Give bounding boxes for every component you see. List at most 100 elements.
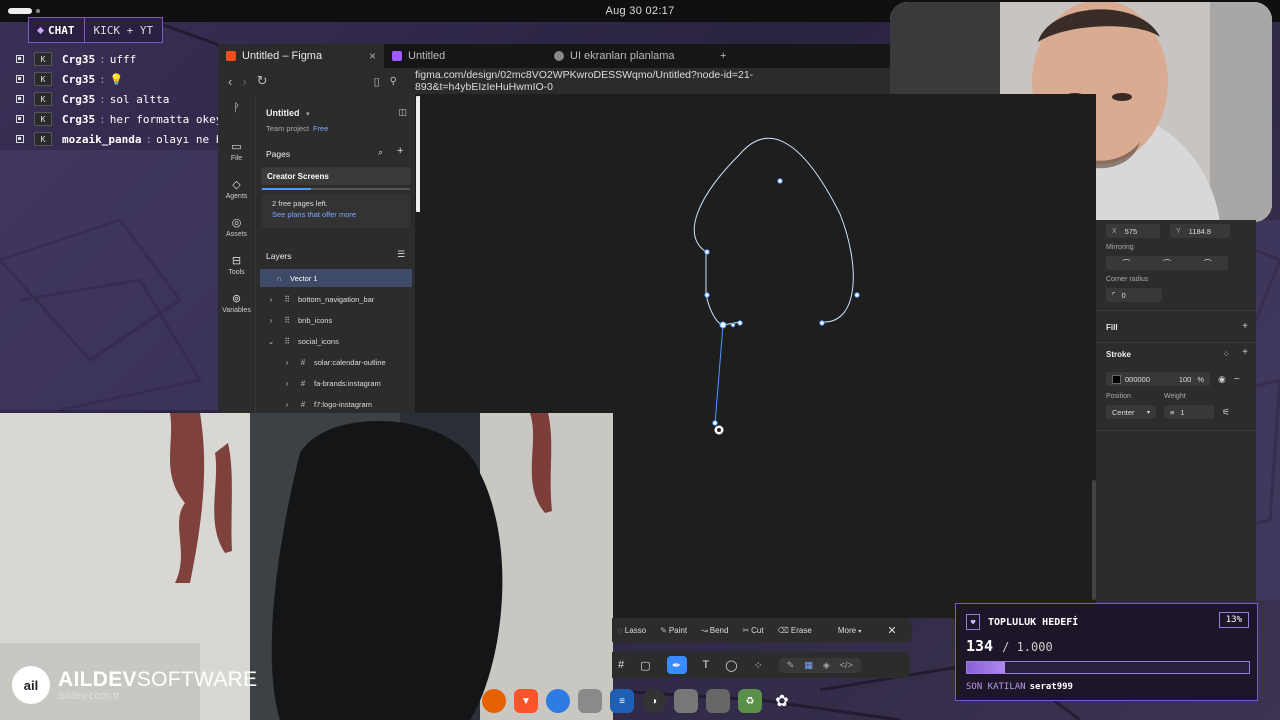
team-line: Team project Free — [266, 124, 328, 133]
layer-item[interactable]: › # fa-brands:instagram — [260, 374, 412, 392]
stroke-color-field[interactable]: 000000 100 % — [1106, 372, 1210, 386]
chat-bullet-icon — [16, 75, 24, 83]
pen-tool-icon[interactable]: ✒ — [666, 656, 687, 674]
activities-button[interactable] — [8, 8, 32, 14]
layers-list-icon[interactable]: ☰ — [397, 249, 405, 260]
opacity-unit: % — [1197, 374, 1204, 384]
rail-file[interactable]: ▭ File — [231, 140, 242, 172]
chat-header: CHAT KICK + YT — [28, 17, 164, 43]
corner-radius-field[interactable]: ⌜ 0 — [1106, 288, 1162, 302]
y-value: 1184.8 — [1188, 226, 1212, 236]
components-tool-icon[interactable]: ⁘ — [754, 659, 763, 672]
url-field[interactable]: figma.com/design/02mc8VO2WPKwroDESSWqmo/… — [415, 69, 880, 93]
file-title[interactable]: Untitled ▾ — [266, 108, 310, 118]
bend-tool[interactable]: ↝ Bend — [701, 626, 728, 635]
mirror-angle-icon[interactable]: ⌒ — [1163, 258, 1171, 269]
obs-icon[interactable]: ◑ — [642, 689, 666, 713]
layer-item[interactable]: › # f7:logo-instagram — [260, 395, 412, 413]
canvas-scrollbar[interactable] — [1092, 480, 1096, 600]
clock[interactable]: Aug 30 02:17 — [605, 5, 674, 17]
dev-mode-toggle-group: ✎ ▦ ◈ </> — [778, 657, 861, 673]
shape-tool-icon[interactable]: ▢ — [640, 659, 650, 672]
visibility-eye-icon[interactable]: ◉ — [1218, 374, 1226, 385]
position-label: Position — [1106, 393, 1131, 400]
kick-badge: K — [34, 92, 52, 106]
mirror-none-icon[interactable]: ⌒ — [1204, 258, 1212, 269]
x-field[interactable]: X 575 — [1106, 224, 1160, 238]
panel-toggle-icon[interactable]: ◫ — [398, 107, 407, 118]
dev-mode-icon[interactable]: </> — [840, 660, 853, 671]
back-icon[interactable]: ‹ — [228, 74, 232, 89]
rail-variables[interactable]: ⊚ Variables — [222, 292, 251, 324]
page-item-creator-screens[interactable]: Creator Screens — [261, 167, 411, 185]
diamond-icon — [36, 26, 45, 34]
text-editor-icon[interactable]: ≡ — [610, 689, 634, 713]
y-field[interactable]: Y 1184.8 — [1170, 224, 1230, 238]
community-goal-widget: ♥ TOPLULUK HEDEFİ 13% 134 / 1.000 SON KAT… — [955, 603, 1258, 701]
stroke-position-select[interactable]: Center ▾ — [1106, 405, 1156, 419]
design-mode-icon[interactable]: ▦ — [804, 660, 813, 671]
chevron-down-icon: ▾ — [306, 111, 310, 118]
frame-icon: ⠿ — [284, 315, 290, 325]
paint-tool[interactable]: ✎ Paint — [660, 626, 687, 635]
forward-icon[interactable]: › — [242, 74, 246, 89]
lasso-tool[interactable]: ◌ Lasso — [618, 626, 646, 635]
file-title-text: Untitled — [266, 108, 300, 118]
close-vector-edit-icon[interactable]: ✕ — [887, 624, 896, 637]
prototype-mode-icon[interactable]: ◈ — [823, 660, 830, 671]
layer-item[interactable]: ⌄ ⠿ social_icons — [260, 332, 412, 350]
corner-value: 0 — [1121, 290, 1126, 300]
search-icon[interactable]: ⌕ — [378, 147, 383, 158]
firefox-icon[interactable] — [482, 689, 506, 713]
more-tools-button[interactable]: More ▾ — [838, 626, 861, 635]
stroke-weight-field[interactable]: ≡ 1 — [1164, 405, 1214, 419]
plus-icon: + — [720, 50, 727, 62]
site-settings-icon[interactable]: ⚲ — [390, 76, 397, 87]
tab-figma[interactable]: Untitled – Figma × — [218, 44, 384, 68]
usb-drive-icon[interactable] — [706, 689, 730, 713]
mirror-angle-length-icon[interactable]: ⌒ — [1122, 258, 1130, 269]
draw-mode-icon[interactable]: ✎ — [787, 660, 795, 671]
add-fill-icon[interactable]: + — [1242, 321, 1248, 332]
rail-label: Tools — [228, 269, 245, 276]
layer-item[interactable]: › # solar:calendar-outline — [260, 353, 412, 371]
brave-icon[interactable]: ▼ — [514, 689, 538, 713]
reload-icon[interactable]: ↻ — [257, 73, 268, 89]
team-name: Team project — [266, 124, 309, 133]
rail-tools[interactable]: ⊟ Tools — [228, 254, 244, 286]
add-stroke-icon[interactable]: + — [1242, 347, 1248, 358]
layer-item[interactable]: › ⠿ bnb_icons — [260, 311, 412, 329]
frame-tool-icon[interactable]: # — [618, 659, 624, 671]
layer-item[interactable]: › ⠿ bottom_navigation_bar — [260, 290, 412, 308]
trash-icon[interactable]: ♻ — [738, 689, 762, 713]
styles-grid-icon[interactable]: ⁘ — [1222, 349, 1230, 360]
goal-header: ♥ TOPLULUK HEDEFİ — [966, 614, 1078, 630]
bookmark-icon[interactable]: ▯ — [374, 75, 380, 88]
mirroring-options: ⌒ ⌒ ⌒ — [1106, 256, 1228, 270]
paint-icon: ✎ — [660, 625, 667, 635]
erase-tool[interactable]: ⌫ Erase — [778, 626, 812, 635]
eraser-icon: ⌫ — [777, 625, 789, 635]
app-icon[interactable] — [674, 689, 698, 713]
rail-assets[interactable]: ◎ Assets — [226, 216, 247, 248]
rail-agents[interactable]: ◇ Agents — [226, 178, 248, 210]
layer-item[interactable]: ∩ Vector 1 — [260, 269, 412, 287]
brand-name-bold: AILDEV — [58, 668, 137, 691]
vector-edit-toolbar: ◌ Lasso ✎ Paint ↝ Bend ✂ Cut ⌫ Erase More ▾ ✕ — [612, 618, 912, 642]
add-page-icon[interactable]: + — [397, 145, 403, 157]
stroke-settings-icon[interactable]: ⚟ — [1222, 407, 1230, 418]
figma-menu-button[interactable]: ᚹ — [233, 102, 240, 134]
comment-tool-icon[interactable]: ◯ — [725, 659, 737, 672]
cut-tool[interactable]: ✂ Cut — [742, 626, 763, 635]
chevron-right-icon: › — [285, 378, 289, 388]
files-icon[interactable] — [578, 689, 602, 713]
text-tool-icon[interactable]: T — [703, 659, 710, 671]
new-tab-button[interactable]: + — [712, 44, 734, 68]
close-tab-icon[interactable]: × — [369, 49, 376, 63]
apps-grid-icon[interactable]: ✿ — [770, 689, 794, 713]
tab-ui-planning[interactable]: UI ekranları planlama — [546, 44, 712, 68]
tab-untitled[interactable]: Untitled — [384, 44, 546, 68]
thunderbird-icon[interactable] — [546, 689, 570, 713]
remove-stroke-icon[interactable]: − — [1234, 374, 1240, 385]
see-plans-link[interactable]: See plans that offer more — [272, 210, 400, 219]
